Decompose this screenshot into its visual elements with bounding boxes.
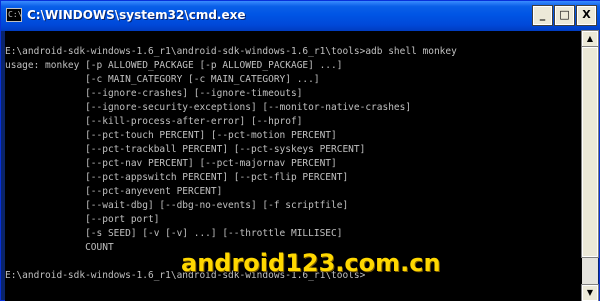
vertical-scrollbar[interactable]: ▲ ▼ bbox=[581, 30, 599, 301]
close-button[interactable]: X bbox=[576, 5, 597, 26]
console-line: [--ignore-security-exceptions] [--monito… bbox=[5, 102, 412, 113]
cmd-window: C:\ C:\WINDOWS\system32\cmd.exe _ □ X E:… bbox=[0, 0, 600, 301]
console-line: usage: monkey [-p ALLOWED_PACKAGE [-p AL… bbox=[5, 60, 343, 71]
maximize-button[interactable]: □ bbox=[554, 5, 575, 26]
window-title: C:\WINDOWS\system32\cmd.exe bbox=[27, 8, 246, 22]
title-bar[interactable]: C:\ C:\WINDOWS\system32\cmd.exe _ □ X bbox=[1, 1, 600, 31]
console-line: [--pct-trackball PERCENT] [--pct-syskeys… bbox=[5, 144, 366, 155]
console-line: E:\android-sdk-windows-1.6_r1\android-sd… bbox=[5, 46, 457, 57]
minimize-button[interactable]: _ bbox=[532, 5, 553, 26]
console-line: [-c MAIN_CATEGORY [-c MAIN_CATEGORY] ...… bbox=[5, 74, 320, 85]
console-line: [--pct-appswitch PERCENT] [--pct-flip PE… bbox=[5, 172, 349, 183]
console-line: [--kill-process-after-error] [--hprof] bbox=[5, 116, 303, 127]
console-line: [--pct-touch PERCENT] [--pct-motion PERC… bbox=[5, 130, 337, 141]
console-line: [-s SEED] [-v [-v] ...] [--throttle MILL… bbox=[5, 228, 343, 239]
console-line: [--port port] bbox=[5, 214, 160, 225]
console-line: [--pct-anyevent PERCENT] bbox=[5, 186, 223, 197]
console-line: COUNT bbox=[5, 242, 114, 253]
console-line: [--ignore-crashes] [--ignore-timeouts] bbox=[5, 88, 303, 99]
console-line: [--wait-dbg] [--dbg-no-events] [-f scrip… bbox=[5, 200, 349, 211]
console-line: [--pct-nav PERCENT] [--pct-majornav PERC… bbox=[5, 158, 337, 169]
scrollbar-thumb[interactable] bbox=[581, 46, 599, 258]
scroll-up-arrow-icon[interactable]: ▲ bbox=[581, 30, 599, 48]
watermark-text: android123.com.cn bbox=[181, 249, 441, 277]
cmd-app-icon[interactable]: C:\ bbox=[6, 8, 22, 22]
scroll-down-arrow-icon[interactable]: ▼ bbox=[581, 284, 599, 301]
